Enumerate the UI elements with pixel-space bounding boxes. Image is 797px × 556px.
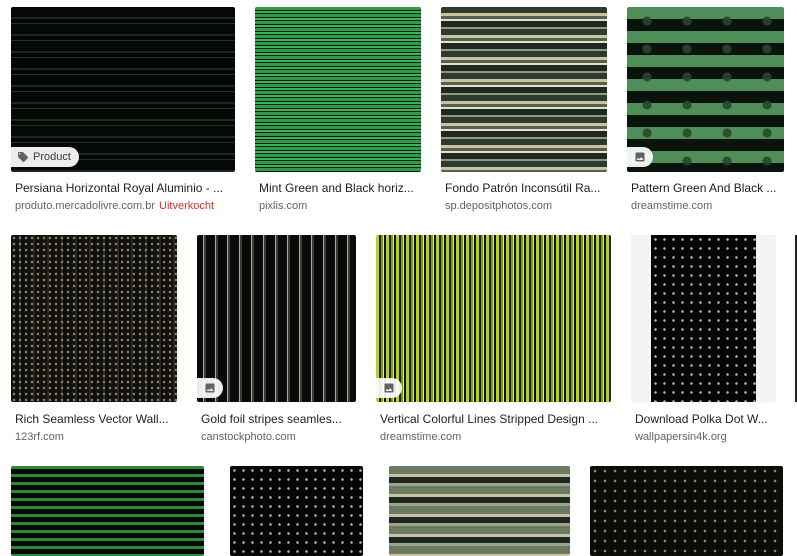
image-icon <box>204 382 216 394</box>
result-thumbnail[interactable] <box>631 235 776 402</box>
result-title[interactable]: Fondo Patrón Inconsútil Ra... <box>445 180 605 196</box>
product-badge: Product <box>11 147 79 167</box>
result-card[interactable]: Rich Seamless Vector Wall... 123rf.com <box>11 235 177 447</box>
result-title[interactable]: Gold foil stripes seamles... <box>201 411 354 427</box>
result-card[interactable] <box>230 466 363 556</box>
result-thumbnail[interactable] <box>389 466 570 556</box>
result-title[interactable]: Pattern Green And Black ... <box>631 180 782 196</box>
result-title[interactable]: Rich Seamless Vector Wall... <box>15 411 175 427</box>
result-card[interactable]: Mint Green and Black horiz... pixlis.com <box>255 7 421 217</box>
result-card[interactable]: Product Persiana Horizontal Royal Alumin… <box>11 7 235 217</box>
result-card[interactable]: Fondo Patrón Inconsútil Ra... sp.deposit… <box>441 7 607 217</box>
result-title[interactable]: Vertical Colorful Lines Stripped Design … <box>380 411 609 427</box>
result-thumbnail[interactable] <box>230 466 363 556</box>
image-icon <box>634 151 646 163</box>
result-card[interactable]: Download Polka Dot W... wallpapersin4k.o… <box>631 235 776 447</box>
result-card[interactable]: Gold foil stripes seamles... canstockpho… <box>197 235 356 447</box>
source-domain: produto.mercadolivre.com.br <box>15 200 156 212</box>
result-thumbnail[interactable] <box>197 235 356 402</box>
result-thumbnail[interactable] <box>11 235 177 402</box>
result-thumbnail[interactable] <box>590 466 783 556</box>
result-source[interactable]: dreamstime.com <box>380 430 461 444</box>
product-badge-label: Product <box>33 151 71 163</box>
result-source[interactable]: pixlis.com <box>259 199 307 213</box>
result-thumbnail[interactable] <box>441 7 607 172</box>
result-title[interactable]: Download Polka Dot W... <box>635 411 774 427</box>
result-card[interactable] <box>389 466 570 556</box>
result-thumbnail[interactable] <box>376 235 611 402</box>
result-source[interactable]: wallpapersin4k.org <box>635 430 727 444</box>
result-card[interactable]: Pattern Green And Black ... dreamstime.c… <box>627 7 784 217</box>
result-title[interactable]: Mint Green and Black horiz... <box>259 180 419 196</box>
tag-icon <box>17 151 29 163</box>
result-thumbnail[interactable] <box>627 7 784 172</box>
result-source[interactable]: canstockphoto.com <box>201 430 296 444</box>
result-title[interactable]: Persiana Horizontal Royal Aluminio - ... <box>15 180 231 196</box>
result-thumbnail[interactable] <box>255 7 421 172</box>
result-source[interactable]: produto.mercadolivre.com.br Uitverkocht <box>15 199 214 213</box>
result-source[interactable]: 123rf.com <box>15 430 64 444</box>
result-thumbnail[interactable] <box>11 466 204 556</box>
availability-status: Uitverkocht <box>159 200 215 212</box>
image-icon <box>383 382 395 394</box>
result-card[interactable] <box>590 466 783 556</box>
image-badge <box>376 378 402 398</box>
image-badge <box>627 147 653 167</box>
result-card[interactable] <box>11 466 204 556</box>
image-badge <box>197 378 223 398</box>
result-source[interactable]: dreamstime.com <box>631 199 712 213</box>
result-card[interactable]: Vertical Colorful Lines Stripped Design … <box>376 235 611 447</box>
thumbnail-image <box>651 235 756 402</box>
result-source[interactable]: sp.depositphotos.com <box>445 199 552 213</box>
